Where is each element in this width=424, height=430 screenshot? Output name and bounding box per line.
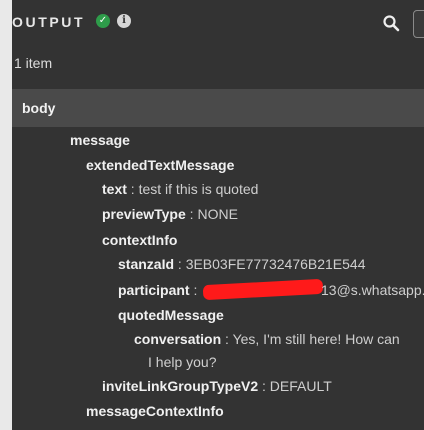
separator: : [126,181,139,197]
body-section-header[interactable]: body [12,89,424,127]
node-value: DEFAULT [269,378,332,394]
left-edge-scrollbar [0,0,12,430]
separator: : [221,331,233,347]
participant-value: 13@s.whatsapp.net [321,282,424,298]
search-icon[interactable] [382,14,400,32]
tree-node-text[interactable]: text : test if this is quoted [102,181,258,197]
tree-node-preview-type[interactable]: previewType : NONE [102,206,238,222]
node-value: Yes, I'm still here! How can [232,331,400,347]
separator: : [189,282,198,298]
tree-node-quoted-message[interactable]: quotedMessage [118,307,224,323]
tree-node-conversation[interactable]: conversation : Yes, I'm still here! How … [134,331,400,347]
tree-node-extended-text-message[interactable]: extendedTextMessage [86,157,234,173]
check-circle-icon: ✓ [96,14,110,28]
side-panel-toggle[interactable] [413,10,424,38]
node-key: messageContextInfo [86,403,224,419]
node-value: NONE [197,206,238,222]
output-header: OUTPUT ✓ i [0,0,424,44]
node-key: extendedTextMessage [86,157,235,173]
info-icon[interactable]: i [117,14,131,28]
node-key: conversation [134,331,222,347]
node-key: inviteLinkGroupTypeV2 [102,378,259,394]
node-key: text [102,181,127,197]
node-value: I help you? [148,354,217,370]
tree-node-context-info[interactable]: contextInfo [102,232,177,248]
node-key: participant [118,282,190,298]
node-key: quotedMessage [118,307,224,323]
tree-node-message-context-info[interactable]: messageContextInfo [86,403,224,419]
item-count: 1 item [14,55,53,71]
redaction-mark [202,278,324,301]
node-value: 3EB03FE77732476B21E544 [185,256,366,272]
tree-node-invite-link-group-type[interactable]: inviteLinkGroupTypeV2 : DEFAULT [102,378,332,394]
node-key: previewType [102,206,186,222]
body-label: body [22,100,56,116]
node-value: 13@s.whatsapp.net [321,282,424,298]
tree-node-stanza-id[interactable]: stanzaId : 3EB03FE77732476B21E544 [118,256,366,272]
node-key: message [70,132,130,148]
separator: : [174,256,186,272]
node-key: stanzaId [118,256,175,272]
conversation-wrap: I help you? [148,354,217,370]
tree-node-message[interactable]: message [70,132,130,148]
panel-title: OUTPUT [12,14,86,30]
separator: : [185,206,198,222]
node-value: test if this is quoted [138,181,259,197]
tree-node-participant[interactable]: participant : [118,282,197,298]
separator: : [258,378,270,394]
node-key: contextInfo [102,232,178,248]
